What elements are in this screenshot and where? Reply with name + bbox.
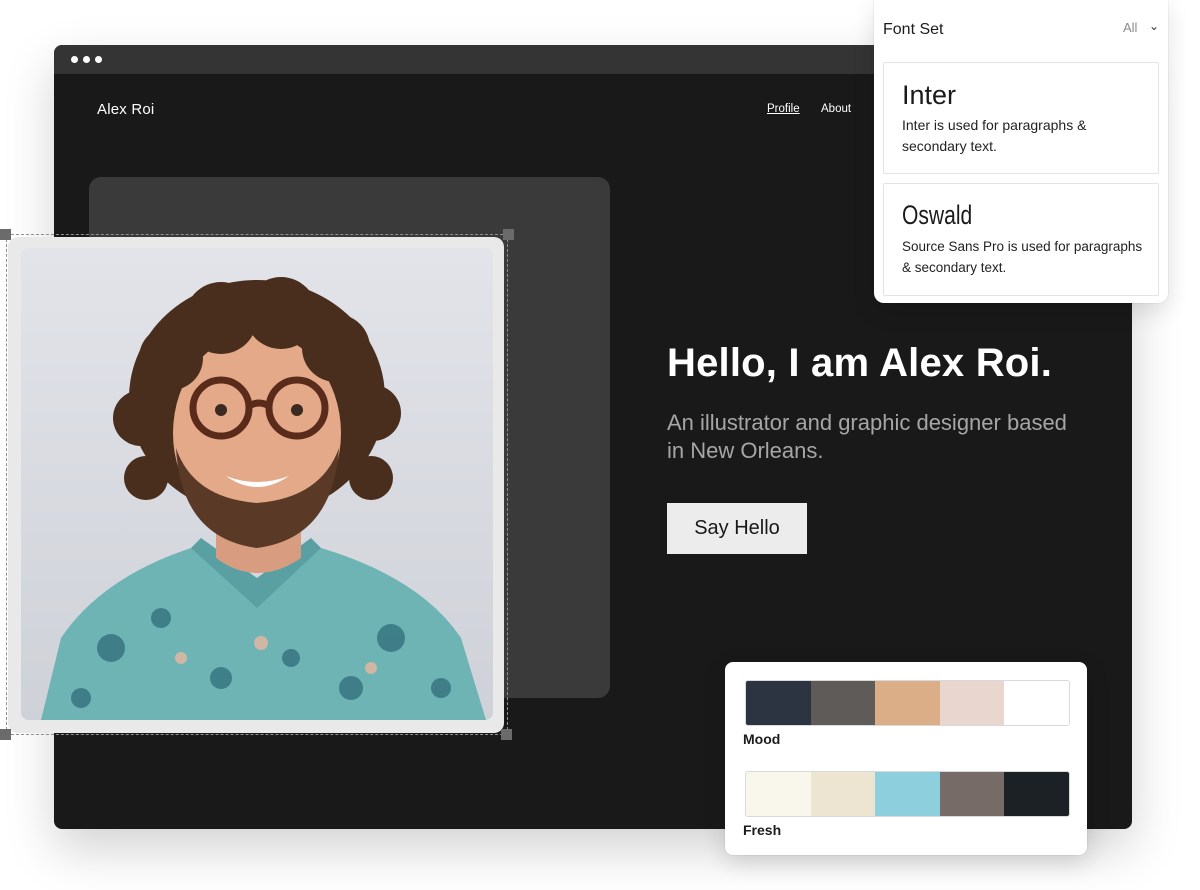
nav-link-profile[interactable]: Profile <box>767 103 800 115</box>
hero-heading: Hello, I am Alex Roi. <box>667 341 1053 385</box>
font-set-panel: Font Set All ⌄ Inter Inter is used for p… <box>874 0 1168 303</box>
portrait-photo[interactable] <box>21 248 493 720</box>
color-swatch[interactable] <box>810 681 876 725</box>
color-swatch[interactable] <box>1004 681 1069 725</box>
font-card-oswald[interactable]: Oswald Source Sans Pro is used for parag… <box>883 183 1159 296</box>
portrait-illustration <box>21 248 493 720</box>
color-swatch[interactable] <box>939 772 1005 816</box>
resize-handle-top-right[interactable] <box>503 229 514 240</box>
palette-label: Mood <box>743 731 781 747</box>
resize-handle-bottom-right[interactable] <box>501 729 512 740</box>
font-description: Inter is used for paragraphs & secondary… <box>902 117 1087 154</box>
window-dot-icon[interactable] <box>95 56 102 63</box>
font-description: Source Sans Pro is used for paragraphs &… <box>902 239 1143 275</box>
color-swatch[interactable] <box>1004 772 1069 816</box>
font-name: Inter <box>902 80 957 110</box>
palette-swatches-mood[interactable] <box>745 680 1070 726</box>
font-filter-select[interactable]: All <box>1123 20 1137 35</box>
say-hello-button[interactable]: Say Hello <box>667 503 807 554</box>
font-name: Oswald <box>902 200 973 230</box>
color-swatch[interactable] <box>875 772 940 816</box>
color-swatch[interactable] <box>939 681 1005 725</box>
color-swatch[interactable] <box>746 772 811 816</box>
palette-label: Fresh <box>743 822 782 838</box>
resize-handle-bottom-left[interactable] <box>0 729 11 740</box>
resize-handle-top-left[interactable] <box>0 229 11 240</box>
chevron-down-icon[interactable]: ⌄ <box>1149 19 1159 33</box>
site-brand[interactable]: Alex Roi <box>97 101 154 118</box>
nav-link-about[interactable]: About <box>821 103 851 115</box>
font-set-title: Font Set <box>883 21 944 38</box>
color-palette-panel: Mood Fresh <box>725 662 1087 855</box>
color-swatch[interactable] <box>746 681 811 725</box>
color-swatch[interactable] <box>875 681 940 725</box>
color-swatch[interactable] <box>810 772 876 816</box>
hero-subheading: An illustrator and graphic designer base… <box>667 410 1067 463</box>
window-dot-icon[interactable] <box>83 56 90 63</box>
window-dot-icon[interactable] <box>71 56 78 63</box>
palette-swatches-fresh[interactable] <box>745 771 1070 817</box>
font-card-inter[interactable]: Inter Inter is used for paragraphs & sec… <box>883 62 1159 174</box>
